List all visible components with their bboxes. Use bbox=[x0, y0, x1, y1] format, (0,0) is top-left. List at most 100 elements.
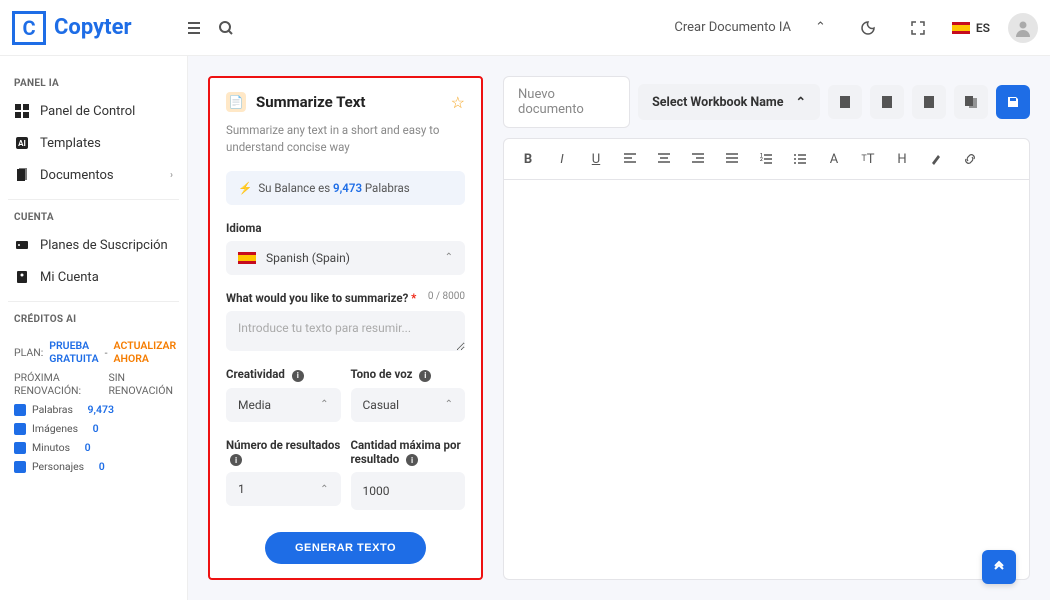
tone-label: Tono de voz i bbox=[351, 367, 466, 382]
copy-icon[interactable] bbox=[954, 85, 988, 119]
export-txt-icon[interactable] bbox=[912, 85, 946, 119]
link-icon[interactable] bbox=[960, 149, 980, 169]
italic-icon[interactable]: I bbox=[552, 149, 572, 169]
menu-toggle-icon[interactable] bbox=[178, 12, 210, 44]
sidebar-item-dashboard[interactable]: Panel de Control bbox=[8, 95, 179, 127]
chevron-up-icon: ⌃ bbox=[796, 94, 806, 110]
sidebar-item-label: Panel de Control bbox=[40, 104, 135, 119]
bolt-icon: ⚡ bbox=[238, 181, 252, 195]
account-icon bbox=[14, 269, 30, 285]
credit-label: Minutos bbox=[32, 441, 70, 454]
templates-icon: AI bbox=[14, 135, 30, 151]
renewal-value: SIN RENOVACIÓN bbox=[108, 371, 173, 397]
sidebar-item-templates[interactable]: AI Templates bbox=[8, 127, 179, 159]
results-count-select[interactable]: 1 ⌃ bbox=[226, 472, 341, 506]
tone-select[interactable]: Casual ⌃ bbox=[351, 388, 466, 422]
export-word-icon[interactable] bbox=[828, 85, 862, 119]
search-icon[interactable] bbox=[210, 12, 242, 44]
create-doc-label: Crear Documento IA bbox=[674, 20, 791, 35]
form-panel: 📄 Summarize Text ☆ Summarize any text in… bbox=[208, 76, 483, 580]
topbar: C Copyter Crear Documento IA ⌃ ES bbox=[0, 0, 1050, 56]
char-counter: 0 / 8000 bbox=[428, 291, 465, 302]
editor-body[interactable] bbox=[503, 180, 1030, 580]
plans-icon bbox=[14, 237, 30, 253]
plan-upgrade-link[interactable]: ACTUALIZAR AHORA bbox=[114, 339, 177, 365]
svg-text:AI: AI bbox=[18, 139, 26, 148]
plan-label: PLAN: bbox=[14, 346, 43, 359]
save-button[interactable] bbox=[996, 85, 1030, 119]
align-left-icon[interactable] bbox=[620, 149, 640, 169]
fullscreen-icon[interactable] bbox=[902, 12, 934, 44]
sidebar-heading-panel: PANEL IA bbox=[14, 78, 173, 89]
sidebar-item-documents[interactable]: Documentos › bbox=[8, 159, 179, 191]
credit-icon bbox=[14, 461, 26, 473]
info-icon[interactable]: i bbox=[230, 454, 242, 466]
credit-icon bbox=[14, 442, 26, 454]
info-icon[interactable]: i bbox=[292, 370, 304, 382]
export-pdf-icon[interactable] bbox=[870, 85, 904, 119]
avatar[interactable] bbox=[1008, 13, 1038, 43]
workbook-select[interactable]: Select Workbook Name ⌃ bbox=[638, 84, 820, 120]
align-justify-icon[interactable] bbox=[722, 149, 742, 169]
info-icon[interactable]: i bbox=[419, 370, 431, 382]
credit-icon bbox=[14, 404, 26, 416]
template-icon: 📄 bbox=[226, 92, 246, 112]
create-doc-dropdown[interactable]: Crear Documento IA ⌃ bbox=[666, 16, 834, 39]
document-name-input[interactable]: Nuevo documento bbox=[503, 76, 630, 128]
credit-label: Personajes bbox=[32, 460, 84, 473]
chevron-up-icon: ⌃ bbox=[320, 484, 328, 495]
sidebar-item-label: Templates bbox=[40, 136, 101, 151]
balance-box: ⚡ Su Balance es 9,473 Palabras bbox=[226, 171, 465, 205]
logo[interactable]: C Copyter bbox=[12, 11, 132, 45]
sidebar-heading-account: CUENTA bbox=[14, 212, 173, 223]
divider bbox=[8, 199, 179, 200]
language-code: ES bbox=[976, 21, 990, 35]
editor-panel: Nuevo documento Select Workbook Name ⌃ B… bbox=[503, 76, 1030, 580]
info-icon[interactable]: i bbox=[406, 454, 418, 466]
chevron-up-icon: ⌃ bbox=[815, 20, 826, 35]
renewal-label: PRÓXIMA RENOVACIÓN: bbox=[14, 371, 102, 397]
font-size-icon[interactable]: TT bbox=[858, 149, 878, 169]
font-family-icon[interactable]: A bbox=[824, 149, 844, 169]
creativity-label: Creatividad i bbox=[226, 367, 341, 382]
max-length-input[interactable] bbox=[351, 472, 466, 510]
scroll-top-button[interactable] bbox=[982, 550, 1016, 584]
language-value: Spanish (Spain) bbox=[266, 251, 350, 265]
summarize-textarea[interactable] bbox=[226, 311, 465, 352]
balance-prefix: Su Balance es bbox=[258, 181, 333, 195]
chevron-up-icon: ⌃ bbox=[445, 252, 453, 263]
generate-button[interactable]: GENERAR TEXTO bbox=[265, 532, 426, 564]
documents-icon bbox=[14, 167, 30, 183]
credit-value: 0 bbox=[93, 422, 99, 435]
dashboard-icon bbox=[14, 103, 30, 119]
heading-icon[interactable]: H bbox=[892, 149, 912, 169]
bold-icon[interactable]: B bbox=[518, 149, 538, 169]
language-selector[interactable]: ES bbox=[952, 21, 990, 35]
flag-es-icon bbox=[952, 22, 970, 34]
ordered-list-icon[interactable]: 12 bbox=[756, 149, 776, 169]
plan-name: PRUEBA GRATUITA bbox=[49, 339, 98, 365]
align-right-icon[interactable] bbox=[688, 149, 708, 169]
highlight-icon[interactable] bbox=[926, 149, 946, 169]
unordered-list-icon[interactable] bbox=[790, 149, 810, 169]
sidebar-item-account[interactable]: Mi Cuenta bbox=[8, 261, 179, 293]
flag-es-icon bbox=[238, 252, 256, 264]
editor-toolbar: B I U 12 A TT H bbox=[503, 138, 1030, 180]
language-select[interactable]: Spanish (Spain) ⌃ bbox=[226, 241, 465, 275]
align-center-icon[interactable] bbox=[654, 149, 674, 169]
results-count-label: Número de resultados i bbox=[226, 438, 341, 467]
underline-icon[interactable]: U bbox=[586, 149, 606, 169]
star-icon[interactable]: ☆ bbox=[451, 93, 465, 112]
sidebar-item-plans[interactable]: Planes de Suscripción bbox=[8, 229, 179, 261]
svg-text:2: 2 bbox=[760, 157, 763, 163]
summarize-label: What would you like to summarize? * 0 / … bbox=[226, 291, 465, 305]
dark-mode-icon[interactable] bbox=[852, 12, 884, 44]
sidebar-heading-credits: CRÉDITOS AI bbox=[14, 314, 173, 325]
balance-suffix: Palabras bbox=[362, 181, 410, 195]
credit-label: Palabras bbox=[32, 403, 73, 416]
template-description: Summarize any text in a short and easy t… bbox=[226, 122, 465, 157]
creativity-select[interactable]: Media ⌃ bbox=[226, 388, 341, 422]
max-length-label: Cantidad máxima por resultado i bbox=[351, 438, 466, 467]
chevron-right-icon: › bbox=[170, 170, 173, 181]
credit-value: 0 bbox=[85, 441, 91, 454]
